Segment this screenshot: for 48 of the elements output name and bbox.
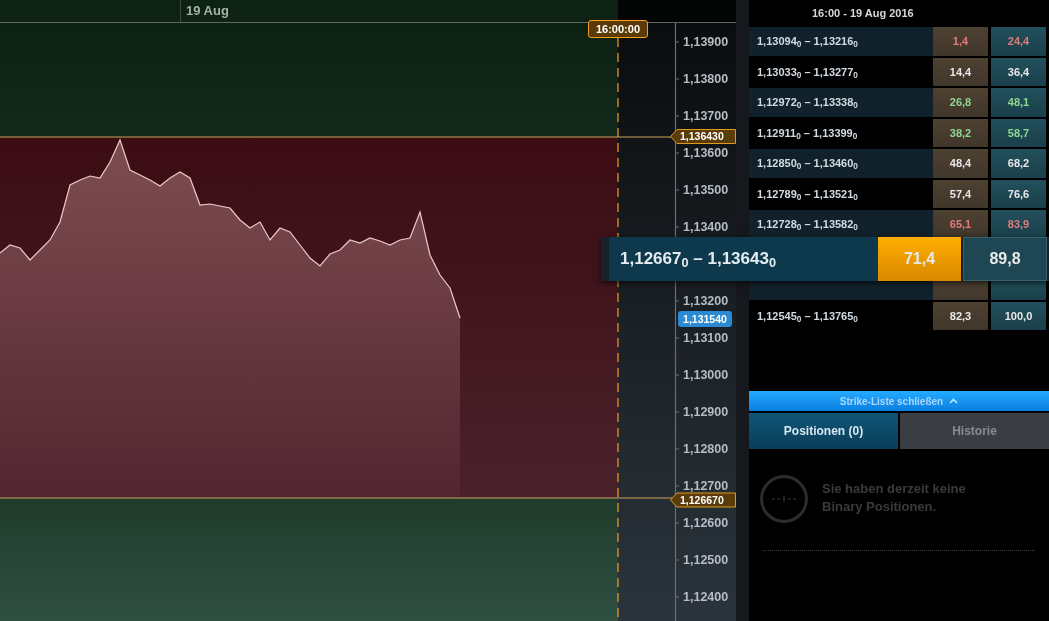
- expiry-date-title: 16:00 - 19 Aug 2016: [812, 6, 914, 22]
- put-price-cell[interactable]: 58,7: [991, 118, 1046, 147]
- empty-state-message: Sie haben derzeit keine Binary Positionen.: [822, 480, 967, 516]
- call-price-cell[interactable]: 82,3: [933, 301, 988, 330]
- strike-range[interactable]: 1,12850$_{0}$ – 1,13460$_{0}$: [749, 149, 933, 178]
- axis-tick-label: 1,12900: [683, 405, 729, 419]
- strike-range[interactable]: 1,12667$_{0}$ – 1,13643$_{0}$: [609, 237, 878, 281]
- strike-range[interactable]: 1,12728$_{0}$ – 1,13582$_{0}$: [749, 210, 933, 239]
- put-price-cell[interactable]: 89,8: [963, 237, 1047, 281]
- axis-tick-label: 1,13500: [683, 183, 729, 197]
- put-price-cell[interactable]: 36,4: [991, 57, 1046, 86]
- current-price-tag: 1,131540: [678, 311, 732, 327]
- call-price-cell[interactable]: 65,1: [933, 210, 988, 239]
- axis-tick-label: 1,13100: [683, 331, 729, 345]
- call-price-cell[interactable]: 48,4: [933, 149, 988, 178]
- call-price-cell[interactable]: 38,2: [933, 118, 988, 147]
- axis-tick-label: 1,12400: [683, 590, 729, 604]
- strike-range[interactable]: 1,12972$_{0}$ – 1,13338$_{0}$: [749, 88, 933, 117]
- put-price-cell[interactable]: 83,9: [991, 210, 1046, 239]
- call-price-cell[interactable]: 57,4: [933, 179, 988, 208]
- date-label: 19 Aug: [186, 3, 229, 18]
- put-price-cell[interactable]: 76,6: [991, 179, 1046, 208]
- axis-tick-label: 1,13200: [683, 294, 729, 308]
- axis-tick-label: 1,13900: [683, 35, 729, 49]
- call-price-cell[interactable]: 26,8: [933, 88, 988, 117]
- put-price-cell[interactable]: 100,0: [991, 301, 1046, 330]
- put-price-cell[interactable]: 48,1: [991, 88, 1046, 117]
- axis-tick-label: 1,12700: [683, 479, 729, 493]
- axis-tick-label: 1,12600: [683, 516, 729, 530]
- tab[interactable]: Positionen (0): [749, 413, 898, 449]
- axis-tick-label: 1,12800: [683, 442, 729, 456]
- axis-tick-label: 1,13600: [683, 146, 729, 160]
- call-price-cell[interactable]: 1,4: [933, 27, 988, 56]
- empty-circle-icon: [760, 475, 808, 523]
- strike-range[interactable]: 1,13094$_{0}$ – 1,13216$_{0}$: [749, 27, 933, 56]
- barrier-price-tag: 1,126670: [670, 492, 736, 508]
- call-price-cell[interactable]: 14,4: [933, 57, 988, 86]
- axis-tick-label: 1,13400: [683, 220, 729, 234]
- axis-tick-label: 1,12500: [683, 553, 729, 567]
- barrier-price-tag: 1,136430: [670, 129, 736, 144]
- axis-tick-label: 1,13000: [683, 368, 729, 382]
- expiry-time-tag: 16:00:00: [588, 20, 648, 38]
- put-price-cell[interactable]: 68,2: [991, 149, 1046, 178]
- selected-strike-row[interactable]: 1,12667$_{0}$ – 1,13643$_{0}$ 71,4 89,8: [601, 237, 1049, 281]
- axis-tick-label: 1,13700: [683, 109, 729, 123]
- chevron-up-icon: [949, 398, 959, 404]
- put-price-cell[interactable]: 24,4: [991, 27, 1046, 56]
- axis-tick-label: 1,13800: [683, 72, 729, 86]
